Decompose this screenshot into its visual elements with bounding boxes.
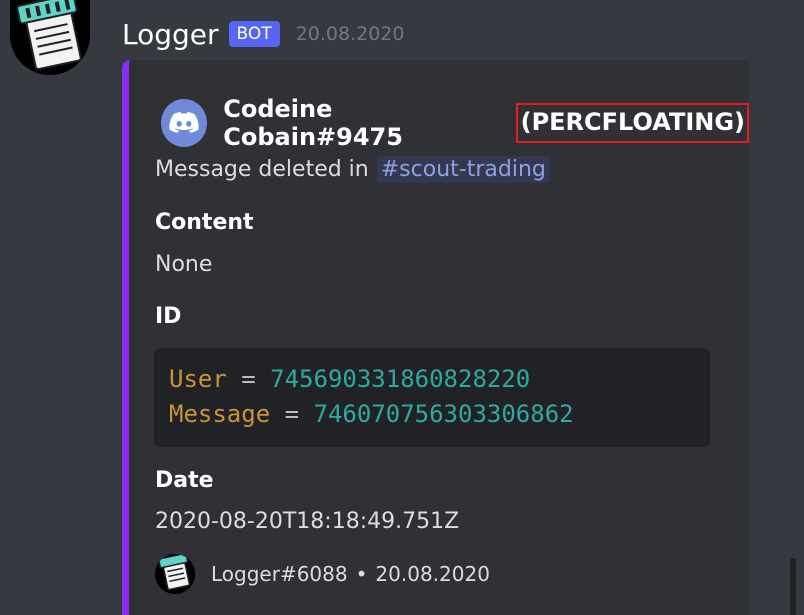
embed-author-name: Codeine Cobain#9475 bbox=[223, 95, 403, 151]
message-id-value: 746070756303306862 bbox=[313, 400, 574, 428]
embed-card: Codeine Cobain#9475 (PERCFLOATING) Messa… bbox=[122, 60, 749, 615]
bot-badge: BOT bbox=[228, 21, 280, 47]
footer-separator: • bbox=[355, 562, 368, 586]
notepad-icon bbox=[10, 0, 90, 75]
bot-avatar[interactable] bbox=[10, 0, 90, 75]
embed-author: Codeine Cobain#9475 (PERCFLOATING) bbox=[161, 95, 749, 151]
notepad-icon bbox=[155, 554, 195, 594]
field-date-name: Date bbox=[155, 468, 214, 493]
discord-logo-icon bbox=[161, 99, 208, 147]
user-id-value: 745690331860828220 bbox=[270, 365, 531, 393]
code-key: User bbox=[169, 365, 227, 393]
field-date-value: 2020-08-20T18:18:49.751Z bbox=[155, 509, 460, 534]
embed-description: Message deleted in #scout-trading bbox=[155, 156, 550, 183]
description-text: Message deleted in bbox=[155, 157, 369, 182]
channel-mention[interactable]: #scout-trading bbox=[376, 156, 550, 183]
field-content-value: None bbox=[155, 252, 213, 277]
highlighted-annotation: (PERCFLOATING) bbox=[515, 103, 749, 143]
footer-date: 20.08.2020 bbox=[375, 562, 490, 586]
message-header: Logger BOT 20.08.2020 bbox=[122, 14, 404, 54]
field-id-name: ID bbox=[155, 304, 182, 329]
message-timestamp[interactable]: 20.08.2020 bbox=[296, 23, 405, 45]
embed-footer: Logger#6088 • 20.08.2020 bbox=[155, 554, 490, 594]
footer-bot-name: Logger#6088 bbox=[211, 562, 348, 586]
message-author-name[interactable]: Logger bbox=[122, 18, 219, 51]
code-key: Message bbox=[169, 400, 271, 428]
code-line-message: Message = 746070756303306862 bbox=[169, 400, 574, 428]
code-equals: = bbox=[284, 400, 300, 428]
code-equals: = bbox=[241, 365, 256, 393]
field-content-name: Content bbox=[155, 210, 254, 235]
discord-message-view: Logger BOT 20.08.2020 Codeine Cobain#947… bbox=[0, 0, 804, 615]
scrollbar-thumb[interactable] bbox=[790, 558, 796, 615]
id-code-block: User = 745690331860828220 Message = 7460… bbox=[154, 348, 710, 447]
code-line-user: User = 745690331860828220 bbox=[169, 365, 530, 393]
